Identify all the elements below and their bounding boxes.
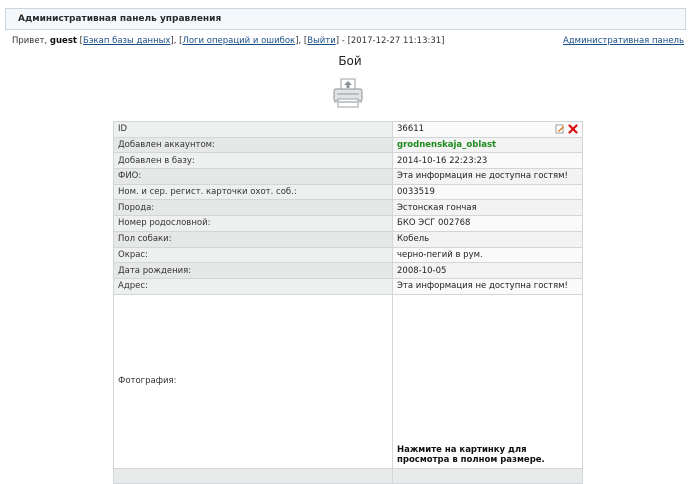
current-datetime: 2017-12-27 11:13:31 (350, 36, 442, 46)
row-label: Пол собаки: (113, 230, 393, 248)
table-row: ФИО: Эта информация не доступна гостям! (113, 168, 583, 185)
delete-icon[interactable] (568, 124, 578, 134)
row-value: Эта информация не доступна гостям! (392, 168, 583, 185)
row-value: черно-пегий в рум. (392, 246, 583, 264)
printer-icon (333, 78, 363, 108)
table-row: Добавлен аккаунтом: grodnenskaja_oblast (113, 136, 583, 154)
edit-icon[interactable] (555, 124, 565, 134)
row-value: Эта информация не доступна гостям! (392, 277, 583, 295)
table-row: Окрас: черно-пегий в рум. (113, 246, 583, 264)
row-label: Добавлен аккаунтом: (113, 136, 393, 154)
table-row (113, 467, 583, 484)
row-label: ID (113, 121, 393, 138)
row-label: ФИО: (113, 168, 393, 185)
table-row: Адрес: Эта информация не доступна гостям… (113, 277, 583, 295)
row-value: 2014-10-16 22:23:23 (392, 152, 583, 170)
table-row: Ном. и сер. регист. карточки охот. соб.:… (113, 183, 583, 201)
row-value: Эстонская гончая (392, 199, 583, 217)
page-title: Бой (338, 54, 362, 68)
photo-row: Фотография: Нажмите на картинку для прос… (113, 293, 583, 469)
table-row: Дата рождения: 2008-10-05 (113, 262, 583, 279)
admin-panel-link[interactable]: Административная панель (563, 36, 684, 46)
row-value: 0033519 (392, 183, 583, 201)
row-label: Окрас: (113, 246, 393, 264)
print-button[interactable] (332, 78, 364, 108)
greeting-prefix: Привет, (12, 36, 48, 46)
row-label: Добавлен в базу: (113, 152, 393, 170)
row-value: БКО ЭСГ 002768 (392, 215, 583, 232)
table-row: Порода: Эстонская гончая (113, 199, 583, 217)
table-row: ID 36611 (113, 121, 583, 138)
table-row: Добавлен в базу: 2014-10-16 22:23:23 (113, 152, 583, 170)
row-label: Номер родословной: (113, 215, 393, 232)
photo-cell[interactable]: Нажмите на картинку для просмотра в полн… (392, 293, 583, 469)
table-row: Номер родословной: БКО ЭСГ 002768 (113, 215, 583, 232)
row-actions (555, 124, 578, 136)
photo-hint: Нажмите на картинку для просмотра в полн… (397, 444, 545, 465)
row-label: Ном. и сер. регист. карточки охот. соб.: (113, 183, 393, 201)
row-value-cell: grodnenskaja_oblast (392, 136, 583, 154)
row-value-cell: 36611 (392, 121, 583, 138)
empty-cell (392, 467, 583, 484)
row-value: 36611 (397, 124, 425, 135)
row-value: 2008-10-05 (392, 262, 583, 279)
photo-label: Фотография: (113, 293, 393, 469)
row-label: Адрес: (113, 277, 393, 295)
greeting-row: Привет, guest [Бэкап базы данных], [Логи… (12, 36, 684, 46)
admin-header-title: Административная панель управления (18, 14, 222, 24)
table-row: Пол собаки: Кобель (113, 230, 583, 248)
admin-header-bar: Административная панель управления (5, 8, 686, 30)
row-value: Кобель (392, 230, 583, 248)
username: guest (49, 36, 77, 46)
empty-cell (113, 467, 393, 484)
account-name: grodnenskaja_oblast (397, 140, 497, 151)
backup-db-link[interactable]: Бэкап базы данных (83, 36, 170, 46)
record-table: ID 36611 Добавлен аккаунтом: grodnenskaj… (113, 121, 583, 484)
logout-link[interactable]: Выйти (307, 36, 336, 46)
row-label: Дата рождения: (113, 262, 393, 279)
row-label: Порода: (113, 199, 393, 217)
logs-link[interactable]: Логи операций и ошибок (182, 36, 295, 46)
